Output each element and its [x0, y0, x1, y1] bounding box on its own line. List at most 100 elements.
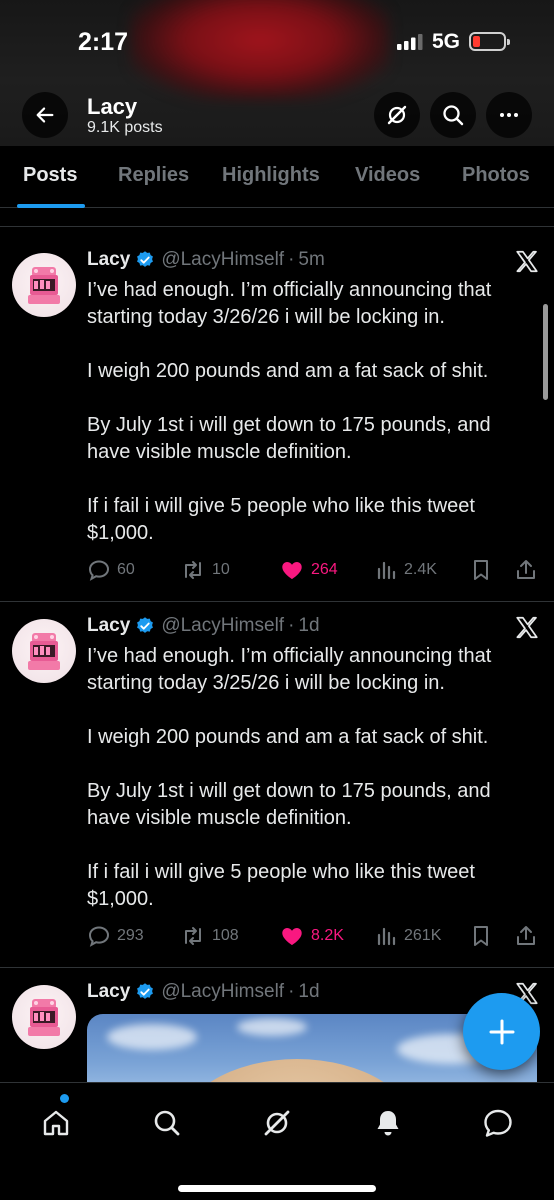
tweet-timestamp[interactable]: 5m [298, 249, 324, 271]
plus-icon [489, 1019, 514, 1044]
profile-header-backdrop: 2:17 5G Lacy 9.1K posts [0, 0, 554, 146]
tweet-paragraph: If i fail i will give 5 people who like … [87, 495, 475, 544]
like-button[interactable]: 8.2K [279, 924, 344, 948]
reply-button[interactable]: 60 [87, 558, 135, 582]
reply-button[interactable]: 293 [87, 924, 144, 948]
avatar-image [28, 267, 60, 304]
more-button[interactable] [486, 92, 532, 138]
tab-posts[interactable]: Posts [23, 164, 77, 187]
heart-icon [282, 928, 302, 945]
share-icon [517, 926, 535, 945]
tweet-author-name[interactable]: Lacy [87, 981, 130, 1003]
nav-search[interactable] [145, 1101, 189, 1145]
views-count: 261K [404, 927, 442, 944]
notification-dot [60, 1094, 69, 1103]
tweet-handle[interactable]: @LacyHimself [161, 615, 284, 637]
avatar[interactable] [12, 619, 76, 683]
active-tab-indicator [17, 204, 85, 208]
tweet-paragraph: By July 1st i will get down to 175 pound… [87, 780, 491, 829]
bottom-navigation [0, 1082, 554, 1200]
bookmark-icon [474, 926, 488, 946]
avatar[interactable] [12, 985, 76, 1049]
bookmark-button[interactable] [470, 924, 498, 948]
tab-photos[interactable]: Photos [462, 164, 530, 187]
avatar-image [28, 633, 60, 670]
like-count: 264 [311, 561, 338, 578]
share-button[interactable] [514, 924, 544, 948]
views-icon [377, 927, 396, 946]
verified-badge-icon [137, 617, 154, 633]
views-icon [377, 561, 396, 580]
home-icon [43, 1110, 69, 1136]
tweet-paragraph: By July 1st i will get down to 175 pound… [87, 414, 491, 463]
profile-post-count: 9.1K posts [87, 119, 163, 136]
profile-tabs: Posts Replies Highlights Videos Photos [0, 146, 554, 208]
share-icon [517, 560, 535, 579]
signal-icon [397, 34, 423, 50]
heart-icon [282, 562, 302, 579]
repost-button[interactable]: 10 [180, 558, 230, 582]
tab-videos[interactable]: Videos [355, 164, 420, 187]
reply-count: 293 [117, 927, 144, 944]
reply-icon [88, 560, 110, 581]
tweet-timestamp[interactable]: 1d [298, 615, 319, 637]
views-button[interactable]: 2.4K [376, 558, 437, 582]
avatar[interactable] [12, 253, 76, 317]
verified-badge-icon [137, 983, 154, 999]
repost-count: 108 [212, 927, 239, 944]
tweet-handle[interactable]: @LacyHimself [161, 981, 284, 1003]
grok-button[interactable] [374, 92, 420, 138]
tweet-author-name[interactable]: Lacy [87, 615, 130, 637]
tweet-body: I’ve had enough. I’m officially announci… [87, 277, 537, 547]
grok-icon [387, 105, 407, 125]
search-icon [443, 105, 464, 126]
tweet-body: I’ve had enough. I’m officially announci… [87, 643, 537, 913]
battery-icon [469, 32, 510, 51]
verified-badge-icon [137, 251, 154, 267]
tweet-separator: · [288, 249, 295, 270]
views-button[interactable]: 261K [376, 924, 441, 948]
like-button[interactable]: 264 [279, 558, 338, 582]
repost-count: 10 [212, 561, 230, 578]
tweet-timestamp[interactable]: 1d [298, 981, 319, 1003]
tweet-paragraph: If i fail i will give 5 people who like … [87, 861, 475, 910]
nav-messages[interactable] [476, 1101, 520, 1145]
tweet[interactable]: Lacy @LacyHimself · 5m I’ve had enough. … [0, 227, 554, 601]
search-icon [154, 1110, 180, 1136]
tweet-handle[interactable]: @LacyHimself [161, 249, 284, 271]
home-indicator[interactable] [178, 1185, 376, 1192]
avatar-image [28, 999, 60, 1036]
nav-home[interactable] [34, 1101, 78, 1145]
search-button[interactable] [430, 92, 476, 138]
network-label: 5G [432, 30, 461, 53]
tab-highlights[interactable]: Highlights [222, 164, 320, 187]
tweet-separator: · [288, 981, 295, 1002]
reply-count: 60 [117, 561, 135, 578]
tweet-paragraph: I weigh 200 pounds and am a fat sack of … [87, 360, 489, 382]
x-logo-icon [516, 616, 538, 639]
tweet-separator: · [288, 615, 295, 636]
bookmark-button[interactable] [470, 558, 498, 582]
share-button[interactable] [514, 558, 544, 582]
like-count: 8.2K [311, 927, 344, 944]
status-time: 2:17 [78, 28, 129, 56]
tweet-paragraph: I’ve had enough. I’m officially announci… [87, 645, 492, 694]
back-button[interactable] [22, 92, 68, 138]
compose-button[interactable] [463, 993, 540, 1070]
nav-notifications[interactable] [366, 1101, 410, 1145]
tab-replies[interactable]: Replies [118, 164, 189, 187]
bell-icon [377, 1111, 399, 1136]
tweet[interactable]: Lacy @LacyHimself · 1d I’ve had enough. … [0, 593, 554, 967]
more-icon [500, 113, 518, 117]
reply-icon [88, 926, 110, 947]
tweet-paragraph: I’ve had enough. I’m officially announci… [87, 279, 492, 328]
tweet-author-name[interactable]: Lacy [87, 249, 130, 271]
nav-grok[interactable] [255, 1101, 299, 1145]
banner-image [130, 0, 390, 100]
messages-icon [484, 1109, 512, 1137]
tweet-paragraph: I weigh 200 pounds and am a fat sack of … [87, 726, 489, 748]
scrollbar[interactable] [543, 304, 548, 400]
views-count: 2.4K [404, 561, 437, 578]
bookmark-icon [474, 560, 488, 580]
repost-button[interactable]: 108 [180, 924, 239, 948]
